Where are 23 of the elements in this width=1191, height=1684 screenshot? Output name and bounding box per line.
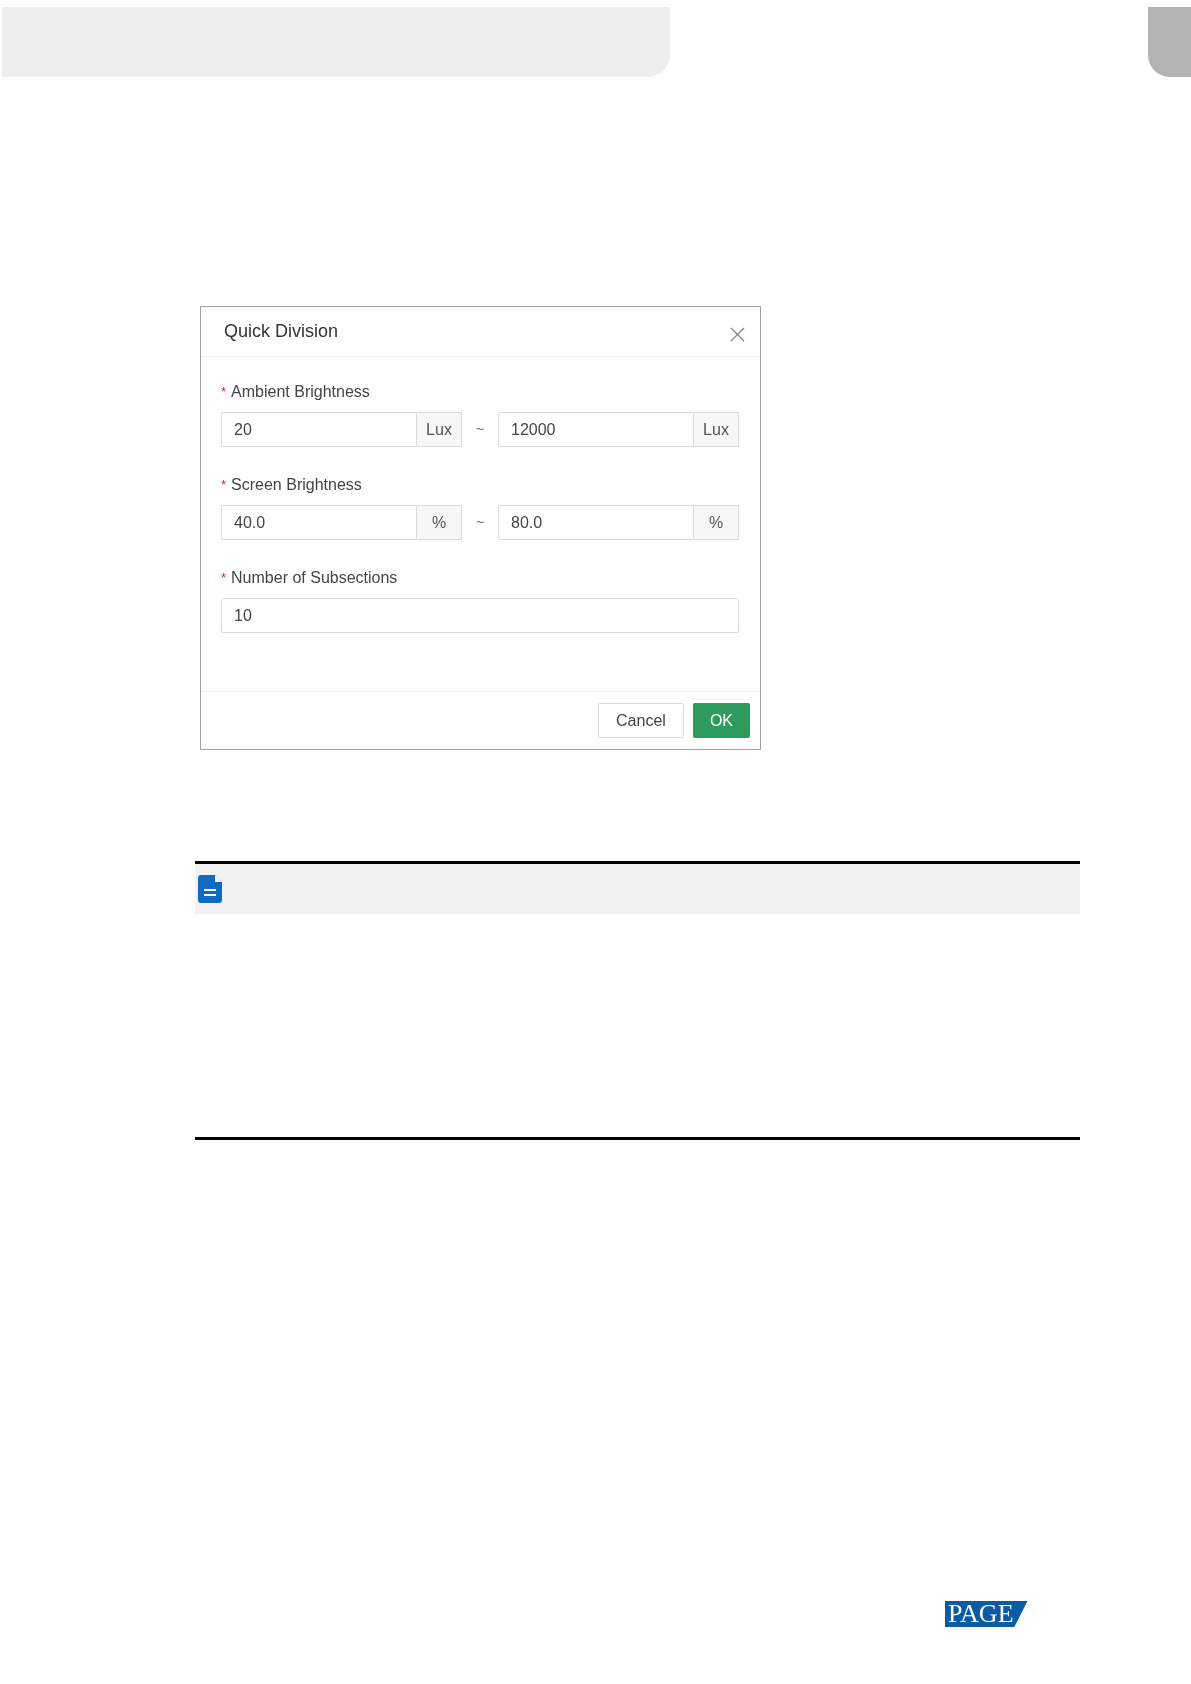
required-mark: * — [221, 569, 227, 588]
close-icon[interactable] — [730, 327, 745, 342]
ok-button[interactable]: OK — [692, 703, 750, 738]
field-label: Number of Subsections — [231, 568, 398, 588]
number-field[interactable]: 80.0 — [498, 505, 694, 540]
number-field[interactable]: 12000 — [498, 412, 694, 447]
unit-label: Lux — [694, 412, 739, 447]
field-label: Screen Brightness — [231, 475, 362, 495]
note-icon — [198, 875, 222, 903]
field-label: Ambient Brightness — [231, 382, 370, 402]
page-logo: PAGE — [945, 1601, 1028, 1627]
range-separator: ~ — [474, 420, 486, 439]
number-field[interactable]: 20 — [221, 412, 417, 447]
required-mark: * — [221, 383, 227, 402]
unit-label: % — [417, 505, 462, 540]
dialog-title: Quick Division — [224, 320, 339, 343]
required-mark: * — [221, 476, 227, 495]
unit-label: % — [694, 505, 739, 540]
cancel-button[interactable]: Cancel — [598, 703, 684, 738]
number-field[interactable]: 40.0 — [221, 505, 417, 540]
number-field[interactable]: 10 — [221, 598, 739, 633]
unit-label: Lux — [417, 412, 462, 447]
range-separator: ~ — [474, 513, 486, 532]
